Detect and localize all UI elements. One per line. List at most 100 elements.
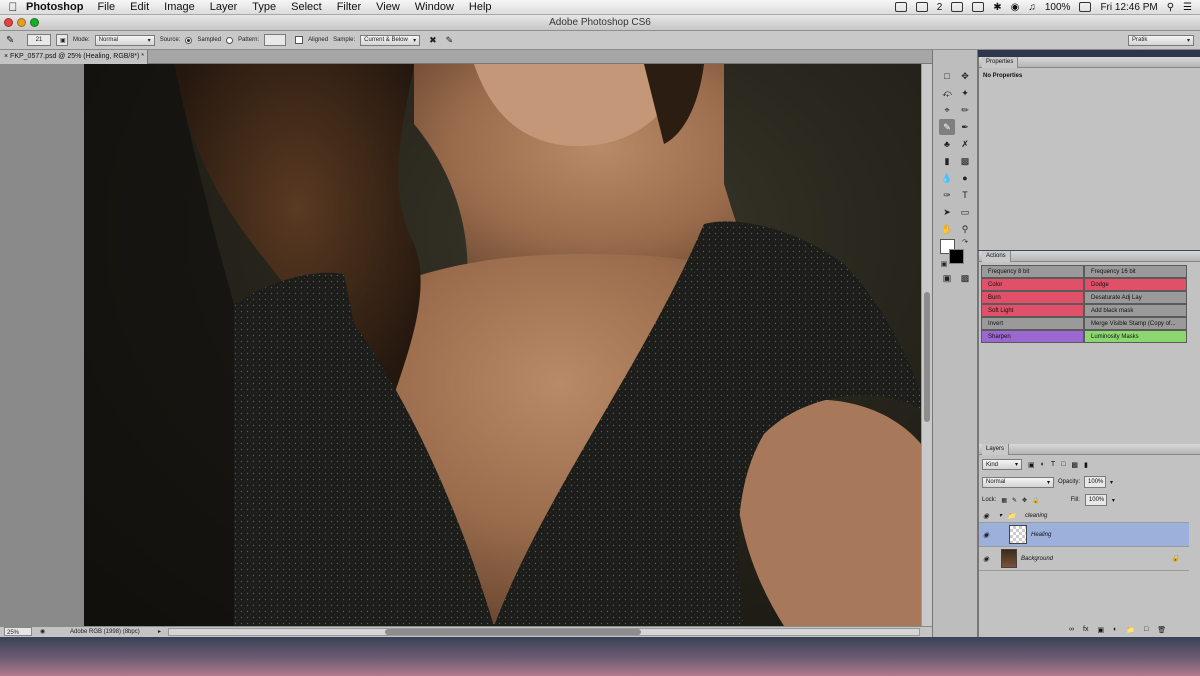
sampled-radio[interactable] bbox=[185, 36, 193, 44]
layer-row[interactable]: ◉ ▾ 📁 cleaning bbox=[979, 509, 1189, 523]
type-filter-icon[interactable]: T bbox=[1051, 461, 1055, 468]
minimize-icon[interactable] bbox=[17, 18, 26, 27]
add-mask-icon[interactable]: ▣ bbox=[1097, 626, 1104, 634]
vertical-scrollbar[interactable] bbox=[921, 64, 932, 626]
healing-brush-tool-icon[interactable]: ✎ bbox=[939, 119, 955, 135]
action-button[interactable]: Frequency 16 bit bbox=[1084, 265, 1187, 278]
trash-icon[interactable]: 🗑 bbox=[1157, 626, 1166, 634]
menu-filter[interactable]: Filter bbox=[337, 1, 361, 13]
menu-help[interactable]: Help bbox=[469, 1, 492, 13]
healing-brush-icon[interactable]: ✎ bbox=[6, 35, 22, 46]
battery-icon[interactable] bbox=[1079, 2, 1092, 12]
dodge-tool-icon[interactable]: ● bbox=[957, 170, 973, 186]
menu-edit[interactable]: Edit bbox=[130, 1, 149, 13]
ignore-adjustment-icon[interactable]: ✖ bbox=[429, 35, 437, 46]
blur-tool-icon[interactable]: 💧 bbox=[939, 170, 955, 186]
menu-window[interactable]: Window bbox=[415, 1, 454, 13]
visibility-eye-icon[interactable]: ◉ bbox=[983, 555, 989, 563]
zoom-icon[interactable] bbox=[30, 18, 39, 27]
action-button[interactable]: Color bbox=[981, 278, 1084, 291]
smart-object-filter-icon[interactable]: ▩ bbox=[1071, 461, 1078, 469]
layer-row[interactable]: ◉ Background 🔒 bbox=[979, 547, 1189, 571]
layer-style-icon[interactable]: fx bbox=[1083, 626, 1088, 634]
properties-tab[interactable]: Properties bbox=[982, 57, 1019, 68]
menu-file[interactable]: File bbox=[97, 1, 115, 13]
shape-filter-icon[interactable]: □ bbox=[1061, 461, 1065, 468]
quick-select-tool-icon[interactable]: ✦ bbox=[957, 85, 973, 101]
clock[interactable]: Fri 12:46 PM bbox=[1100, 2, 1157, 13]
document-info-icon[interactable]: ◉ bbox=[40, 627, 45, 637]
sample-select[interactable]: Current & Below ▾ bbox=[360, 34, 421, 46]
link-layers-icon[interactable]: ∞ bbox=[1069, 626, 1074, 634]
zoom-field[interactable]: 25% bbox=[4, 627, 32, 636]
adjustment-filter-icon[interactable]: ◐ bbox=[1041, 461, 1045, 468]
action-button[interactable]: Desaturate Adj Lay bbox=[1084, 291, 1187, 304]
menu-image[interactable]: Image bbox=[164, 1, 195, 13]
visibility-eye-icon[interactable]: ◉ bbox=[983, 512, 989, 520]
brush-size-picker[interactable]: 21 bbox=[27, 34, 51, 46]
horizontal-scrollbar[interactable] bbox=[168, 628, 920, 636]
canvas-area[interactable] bbox=[0, 64, 932, 626]
screen-icon[interactable] bbox=[915, 2, 928, 12]
gradient-tool-icon[interactable]: ▩ bbox=[957, 153, 973, 169]
action-button[interactable]: Burn bbox=[981, 291, 1084, 304]
close-icon[interactable] bbox=[4, 18, 13, 27]
close-tab-icon[interactable]: × bbox=[4, 53, 8, 60]
workspace-select[interactable]: Pratik ▾ bbox=[1128, 34, 1194, 46]
app-menu[interactable]: Photoshop bbox=[26, 1, 83, 13]
action-button[interactable]: Invert bbox=[981, 317, 1084, 330]
menu-select[interactable]: Select bbox=[291, 1, 322, 13]
menu-view[interactable]: View bbox=[376, 1, 400, 13]
type-tool-icon[interactable]: T bbox=[957, 187, 973, 203]
eyedropper-tool-icon[interactable]: ✏ bbox=[957, 102, 973, 118]
bluetooth-icon[interactable]: ✱ bbox=[993, 2, 1001, 13]
volume-icon[interactable]: ♫ bbox=[1028, 2, 1036, 13]
action-button[interactable]: Sharpen bbox=[981, 330, 1084, 343]
fill-field[interactable]: 100% bbox=[1084, 494, 1107, 506]
blend-mode-select[interactable]: Normal ▾ bbox=[982, 476, 1054, 488]
lock-all-icon[interactable]: 🔒 bbox=[1032, 497, 1039, 504]
layers-tab[interactable]: Layers bbox=[982, 444, 1010, 455]
action-button[interactable]: Dodge bbox=[1084, 278, 1187, 291]
marquee-tool-icon[interactable]: □ bbox=[939, 68, 955, 84]
hand-tool-icon[interactable]: ✋ bbox=[939, 221, 955, 237]
swap-colors-icon[interactable]: ↷ bbox=[957, 234, 973, 250]
layer-row-selected[interactable]: ◉ Healing bbox=[979, 523, 1189, 547]
menu-layer[interactable]: Layer bbox=[210, 1, 238, 13]
action-button[interactable]: Frequency 8 bit bbox=[981, 265, 1084, 278]
mode-select[interactable]: Normal ▾ bbox=[94, 34, 155, 46]
status-icon[interactable] bbox=[894, 2, 907, 12]
battery-level[interactable]: 100% bbox=[1045, 2, 1071, 13]
fill-slider-icon[interactable]: ▾ bbox=[1112, 497, 1115, 504]
status-count[interactable]: 2 bbox=[937, 2, 943, 13]
actions-tab[interactable]: Actions bbox=[982, 251, 1011, 262]
adjustment-layer-icon[interactable]: ◐ bbox=[1113, 626, 1117, 634]
visibility-eye-icon[interactable]: ◉ bbox=[983, 531, 989, 539]
clone-stamp-tool-icon[interactable]: ♣ bbox=[939, 136, 955, 152]
move-tool-icon[interactable]: ✥ bbox=[957, 68, 973, 84]
quick-mask-icon[interactable]: ▣ bbox=[939, 270, 955, 286]
new-group-icon[interactable]: 📁 bbox=[1126, 626, 1135, 634]
pattern-picker[interactable] bbox=[264, 34, 287, 46]
kind-filter-select[interactable]: Kind ▾ bbox=[982, 459, 1022, 470]
history-brush-tool-icon[interactable]: ✗ bbox=[957, 136, 973, 152]
brush-tool-icon[interactable]: ✒ bbox=[957, 119, 973, 135]
action-button[interactable]: Merge Visible Stamp (Copy of... bbox=[1084, 317, 1187, 330]
filter-toggle-icon[interactable]: ▮ bbox=[1084, 461, 1088, 469]
document-tab[interactable]: × FKP_0577.psd @ 25% (Healing, RGB/8*) * bbox=[0, 50, 148, 64]
lock-transparency-icon[interactable]: ▦ bbox=[1001, 497, 1007, 504]
status-menu-arrow-icon[interactable]: ▸ bbox=[158, 627, 161, 637]
menu-type[interactable]: Type bbox=[252, 1, 276, 13]
notification-icon[interactable]: ☰ bbox=[1183, 2, 1192, 13]
spotlight-icon[interactable]: ⚲ bbox=[1167, 2, 1174, 13]
disclosure-arrow-icon[interactable]: ▾ bbox=[999, 512, 1002, 519]
dropbox-icon[interactable] bbox=[951, 2, 964, 12]
opacity-slider-icon[interactable]: ▾ bbox=[1110, 479, 1113, 486]
action-button[interactable]: Luminosity Masks bbox=[1084, 330, 1187, 343]
lock-position-icon[interactable]: ✥ bbox=[1022, 497, 1027, 504]
portrait-photo[interactable] bbox=[84, 64, 921, 626]
crop-tool-icon[interactable]: ⌖ bbox=[939, 102, 955, 118]
time-machine-icon[interactable] bbox=[972, 2, 985, 12]
lock-pixels-icon[interactable]: ✎ bbox=[1012, 497, 1017, 504]
pixel-filter-icon[interactable]: ▣ bbox=[1028, 461, 1035, 469]
